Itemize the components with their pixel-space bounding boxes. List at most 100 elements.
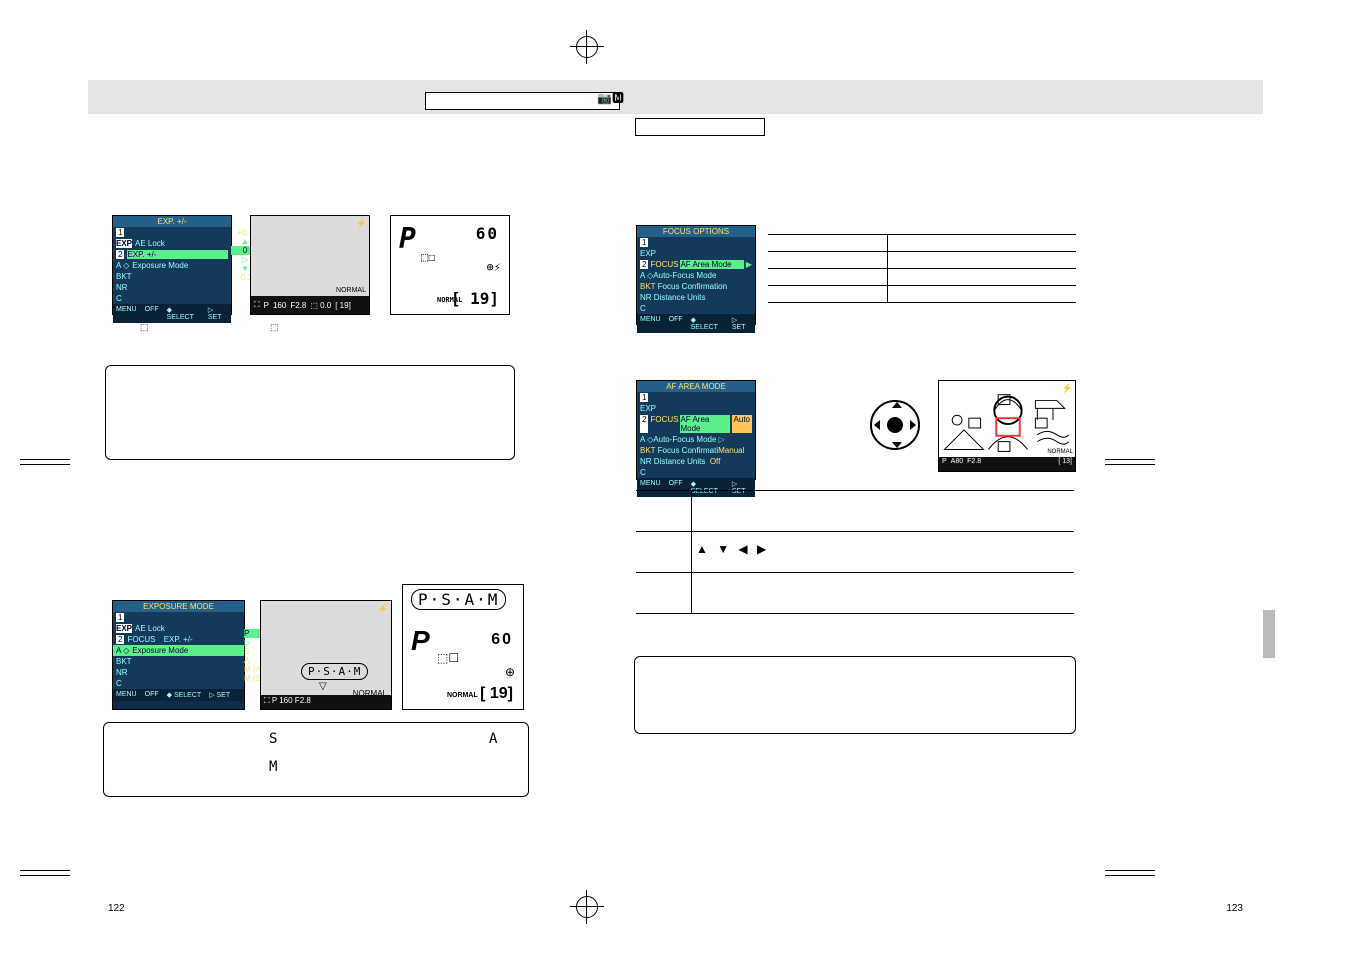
readE-p: P [411, 625, 430, 657]
bot-exp: ⬚ 0.0 [310, 301, 331, 310]
item-exp-mode: Exposure Mode [132, 261, 188, 270]
tab-2: 2 [116, 635, 124, 644]
foot-off: OFF [145, 691, 159, 699]
readE-60: 60 [491, 631, 513, 649]
bot-c: [ 19] [335, 301, 351, 310]
tab-1: 1 [116, 228, 124, 237]
trim-line [20, 870, 70, 871]
arrow-cluster: ▲ ▼ ◀ ▶ [696, 542, 769, 556]
focus-title: FOCUS OPTIONS [637, 226, 755, 237]
code-bkt: BKT [113, 656, 244, 667]
control-panel-expmode: P·S·A·M P 60 ⬚☐ ⊕ NORMAL [ 19] [402, 584, 524, 710]
trim-line [1105, 875, 1155, 876]
aftable-r2c1 [636, 532, 692, 572]
opt-manual: Manual [718, 446, 744, 455]
arrow-down-icon: ▽ [319, 681, 327, 692]
item-exp-mode: Exposure Mode [132, 646, 188, 655]
code-nr: NR [113, 282, 231, 293]
item-exp-pm: EXP. +/- [164, 635, 193, 644]
ftable-r2c2 [888, 252, 1076, 268]
trim-line [1105, 870, 1155, 871]
code-bkt: BKT [113, 271, 231, 282]
letter-m: M [269, 759, 277, 775]
foot-off: OFF [669, 316, 683, 331]
scene-f: F2.8 [967, 458, 981, 470]
item-du: Distance Units [654, 293, 706, 302]
aftable-r1c2 [692, 491, 1074, 531]
readout-60: 60 [476, 224, 499, 243]
crop-mark-bottom [570, 890, 604, 924]
camera-mode-icon: 📷🅼 [597, 89, 624, 106]
code-nr: NR [113, 667, 244, 678]
header-chip-right [635, 118, 765, 136]
ftable-r3c2 [888, 269, 1076, 285]
foot-off: OFF [145, 306, 159, 321]
scene-count: [ 13] [1058, 458, 1072, 470]
tab-1: 1 [116, 613, 124, 622]
aftable-r2c2: ▲ ▼ ◀ ▶ [692, 532, 1074, 572]
foot-menu: MENU [116, 306, 137, 321]
flash-icon: ⚡ [378, 604, 388, 613]
header-chip-left [425, 92, 620, 110]
psam-badge: P·S·A·M [301, 663, 368, 680]
aftable-r3c1 [636, 573, 692, 613]
tab-1: 1 [640, 238, 648, 247]
scene-normal: NORMAL [1047, 449, 1073, 455]
readE-cf-icon: ⬚☐ [437, 651, 459, 665]
tab-2: 2 [640, 260, 648, 269]
exp-tag: EXP [116, 239, 132, 248]
flash-icon: ⚡ [356, 219, 366, 228]
exp-tag: EXP [116, 624, 132, 633]
foot-select: ◆ SELECT [167, 691, 202, 699]
item-af-area: AF Area Mode [680, 260, 743, 269]
ftable-r1c2 [888, 235, 1076, 251]
readE-flash-icon: ⊕ [505, 665, 515, 679]
item-du: Distance Units [654, 457, 706, 466]
trim-line [20, 464, 70, 465]
readout-p: P [399, 222, 416, 255]
item-fc: Focus Confirmation [658, 282, 727, 291]
item-ae-lock: AE Lock [135, 239, 165, 248]
side-thumb-tab [1263, 610, 1275, 658]
foot-menu: MENU [116, 691, 137, 699]
bot-ic: ⛶ [254, 300, 260, 310]
letter-s: S [269, 731, 277, 747]
item-exp-pm: EXP. +/- [127, 250, 228, 259]
bot-f: F2.8 [290, 301, 306, 310]
code-c: C [113, 678, 244, 689]
af-area-mode-menu: AF AREA MODE 1 EXP 2FOCUSAF Area ModeAut… [636, 380, 756, 480]
foot-set: ▷ SET [208, 306, 228, 321]
exposure-mode-menu: EXPOSURE MODE 1 EXPAE Lock 2FOCUS EXP. +… [112, 600, 245, 710]
control-panel-exp: P 60 ⬚☐ ⊕⚡ NORMAL [ 19] [390, 215, 510, 315]
note-box-expmode: S A M [103, 722, 529, 797]
mon-bottom: ⛶ P 160 F2.8 [261, 695, 391, 709]
exp-menu-title: EXP. +/- [113, 216, 231, 227]
scene-iso: A80 [951, 458, 963, 470]
ftable-r4c2 [888, 286, 1076, 302]
opt-auto: Auto [732, 415, 752, 433]
focus-options-table [768, 234, 1076, 303]
manual-af-scene: P A80 F2.8 [ 13] NORMAL ⚡ [938, 380, 1076, 472]
ftable-r1c1 [768, 235, 888, 251]
readE-count: [ 19] [480, 685, 513, 703]
scene-p: P [942, 458, 947, 470]
foot-select: ◆ SELECT [691, 316, 724, 331]
multi-selector-icon [870, 400, 920, 450]
foot-set: ▷ SET [732, 316, 752, 331]
ftable-r3c1 [768, 269, 888, 285]
af-area-table: ▲ ▼ ◀ ▶ [636, 490, 1074, 614]
scene-flash-icon: ⚡ [1062, 383, 1073, 394]
monitor-expmode: P·S·A·M ▽ ⚡ NORMAL[ 19] ⛶ P 160 F2.8 [260, 600, 392, 710]
readout-cf-icon: ⬚☐ [421, 250, 435, 264]
trim-line [20, 459, 70, 460]
aftable-r3c2 [692, 573, 1074, 613]
opt-off: Off [710, 457, 721, 466]
foot-menu: MENU [640, 316, 661, 331]
expmode-title: EXPOSURE MODE [113, 601, 244, 612]
item-af-area: AF Area Mode [680, 415, 729, 433]
code-a: A ◇ [116, 646, 129, 655]
aftable-r1c1 [636, 491, 692, 531]
ftable-r4c1 [768, 286, 888, 302]
readout-flash-icon: ⊕⚡ [487, 260, 501, 274]
foot-select: ◆ SELECT [167, 306, 200, 321]
